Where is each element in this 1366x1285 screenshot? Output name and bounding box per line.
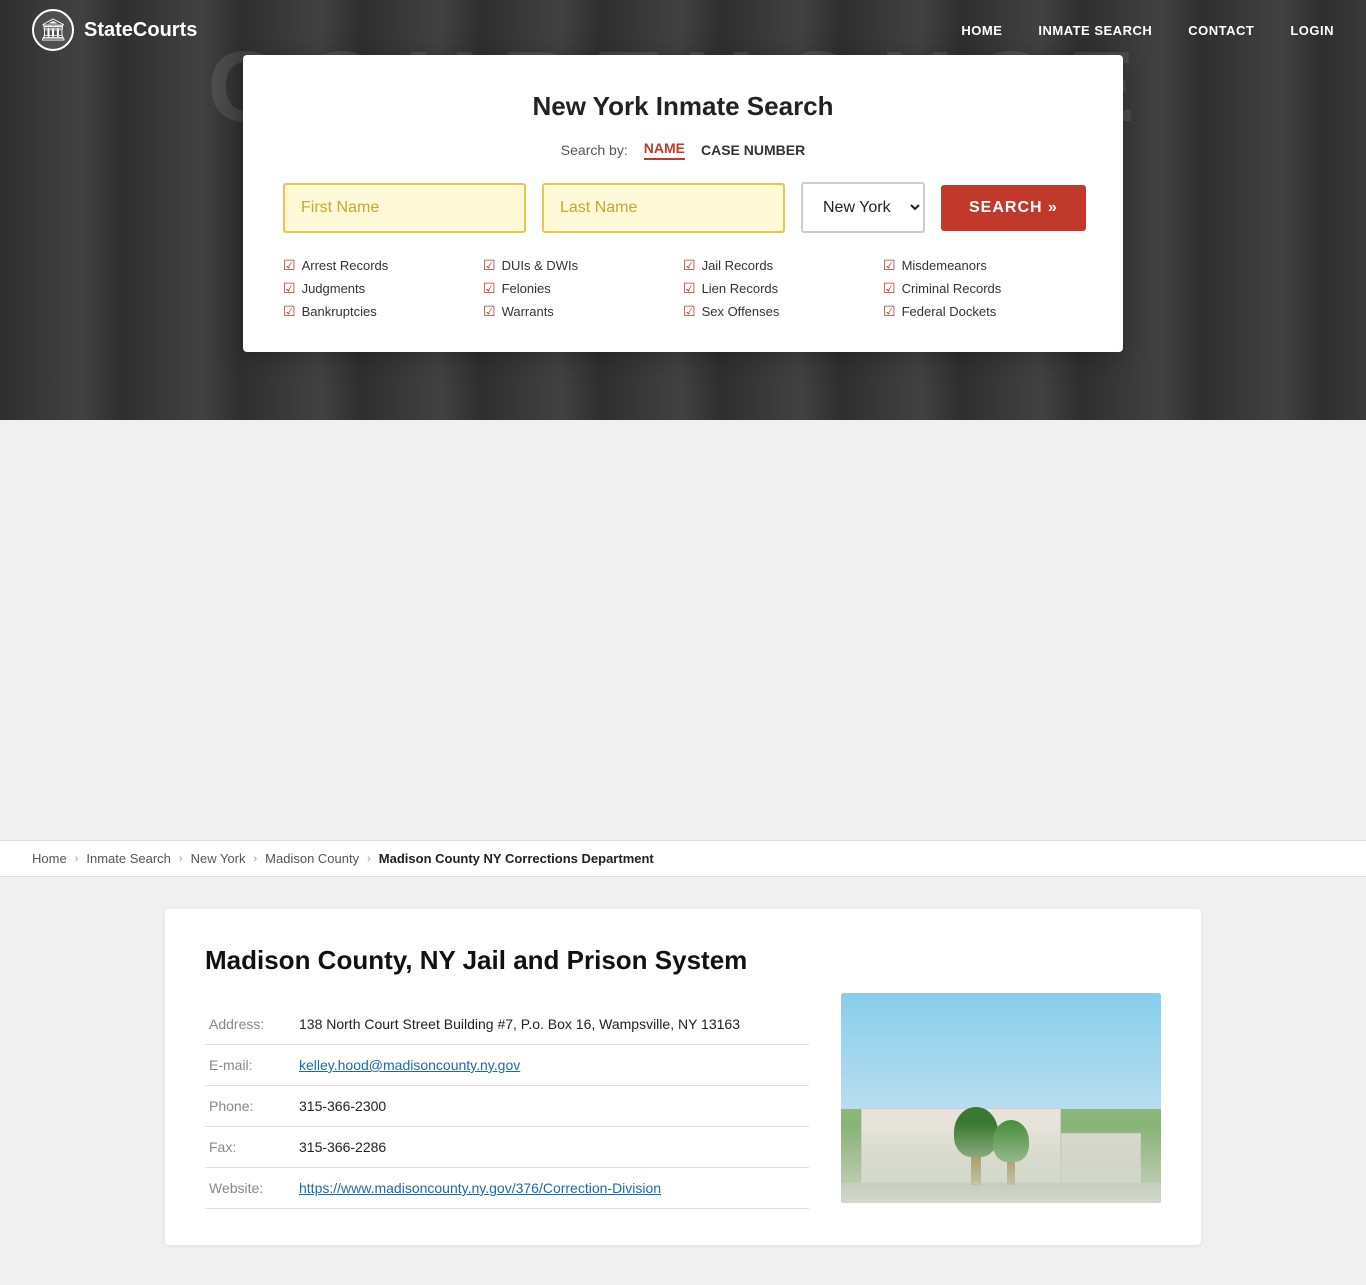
main-content: Madison County, NY Jail and Prison Syste… (133, 877, 1233, 1285)
site-name: StateCourts (84, 19, 197, 42)
hero-section: COURTHOUSE 🏛 StateCourts HOME INMATE SEA… (0, 0, 1366, 420)
check-label: Felonies (502, 281, 551, 296)
logo-icon: 🏛 (32, 9, 74, 51)
checklist-col-3: ☑ Jail Records ☑ Lien Records ☑ Sex Offe… (683, 257, 883, 320)
checkmark-icon-11: ☑ (883, 280, 896, 297)
checkmark-icon-2: ☑ (283, 280, 296, 297)
breadcrumb-current: Madison County NY Corrections Department (379, 851, 654, 866)
checkmark-icon-7: ☑ (683, 257, 696, 274)
grass (841, 1109, 1161, 1204)
website-link[interactable]: https://www.madisoncounty.ny.gov/376/Cor… (299, 1180, 661, 1196)
facility-title: Madison County, NY Jail and Prison Syste… (205, 945, 809, 976)
checkmark-icon-12: ☑ (883, 303, 896, 320)
checklist: ☑ Arrest Records ☑ Judgments ☑ Bankruptc… (283, 257, 1083, 320)
facility-info-table: Address: 138 North Court Street Building… (205, 1004, 809, 1209)
check-warrants: ☑ Warrants (483, 303, 683, 320)
state-select[interactable]: New York Alabama Alaska Arizona Californ… (801, 182, 925, 233)
checkmark-icon-1: ☑ (283, 257, 296, 274)
phone-row: Phone: 315-366-2300 (205, 1086, 809, 1127)
facility-photo (841, 993, 1161, 1203)
breadcrumb-county[interactable]: Madison County (265, 851, 359, 866)
search-title: New York Inmate Search (283, 91, 1083, 122)
tab-name[interactable]: NAME (644, 140, 685, 160)
breadcrumb-sep-2: › (179, 853, 183, 865)
site-logo[interactable]: 🏛 StateCourts (32, 9, 197, 51)
check-label: Lien Records (702, 281, 779, 296)
nav-inmate-search[interactable]: INMATE SEARCH (1038, 23, 1152, 38)
check-misdemeanors: ☑ Misdemeanors (883, 257, 1083, 274)
phone-value: 315-366-2300 (295, 1086, 809, 1127)
search-by-row: Search by: NAME CASE NUMBER (283, 140, 1083, 160)
breadcrumb: Home › Inmate Search › New York › Madiso… (0, 840, 1366, 877)
email-label: E-mail: (205, 1045, 295, 1086)
website-label: Website: (205, 1168, 295, 1209)
nav-login[interactable]: LOGIN (1290, 23, 1334, 38)
building-wing (1061, 1133, 1141, 1183)
check-jail-records: ☑ Jail Records (683, 257, 883, 274)
check-label: Warrants (502, 304, 554, 319)
address-row: Address: 138 North Court Street Building… (205, 1004, 809, 1045)
website-row: Website: https://www.madisoncounty.ny.go… (205, 1168, 809, 1209)
check-label: Sex Offenses (702, 304, 780, 319)
fax-label: Fax: (205, 1127, 295, 1168)
check-label: Judgments (302, 281, 366, 296)
checklist-col-4: ☑ Misdemeanors ☑ Criminal Records ☑ Fede… (883, 257, 1083, 320)
search-button[interactable]: SEARCH » (941, 185, 1086, 231)
search-by-label: Search by: (561, 142, 628, 158)
check-label: Federal Dockets (902, 304, 997, 319)
facility-card: Madison County, NY Jail and Prison Syste… (165, 909, 1201, 1245)
check-felonies: ☑ Felonies (483, 280, 683, 297)
check-label: Misdemeanors (902, 258, 987, 273)
nav-links: HOME INMATE SEARCH CONTACT LOGIN (961, 23, 1334, 38)
phone-label: Phone: (205, 1086, 295, 1127)
breadcrumb-sep-1: › (75, 853, 79, 865)
email-row: E-mail: kelley.hood@madisoncounty.ny.gov (205, 1045, 809, 1086)
check-label: Jail Records (702, 258, 774, 273)
first-name-input[interactable] (283, 183, 526, 233)
breadcrumb-home[interactable]: Home (32, 851, 67, 866)
check-federal-dockets: ☑ Federal Dockets (883, 303, 1083, 320)
last-name-input[interactable] (542, 183, 785, 233)
check-lien-records: ☑ Lien Records (683, 280, 883, 297)
search-inputs-row: New York Alabama Alaska Arizona Californ… (283, 182, 1083, 233)
checkmark-icon-6: ☑ (483, 303, 496, 320)
check-duis: ☑ DUIs & DWIs (483, 257, 683, 274)
check-label: Bankruptcies (302, 304, 377, 319)
address-value: 138 North Court Street Building #7, P.o.… (295, 1004, 809, 1045)
fax-value: 315-366-2286 (295, 1127, 809, 1168)
road (841, 1183, 1161, 1203)
checklist-col-2: ☑ DUIs & DWIs ☑ Felonies ☑ Warrants (483, 257, 683, 320)
check-label: DUIs & DWIs (502, 258, 579, 273)
nav-home[interactable]: HOME (961, 23, 1002, 38)
top-navigation: 🏛 StateCourts HOME INMATE SEARCH CONTACT… (0, 0, 1366, 60)
check-judgments: ☑ Judgments (283, 280, 483, 297)
checkmark-icon-3: ☑ (283, 303, 296, 320)
checkmark-icon-5: ☑ (483, 280, 496, 297)
breadcrumb-state[interactable]: New York (191, 851, 246, 866)
checkmark-icon-8: ☑ (683, 280, 696, 297)
address-label: Address: (205, 1004, 295, 1045)
check-label: Arrest Records (302, 258, 389, 273)
breadcrumb-sep-4: › (367, 853, 371, 865)
check-criminal-records: ☑ Criminal Records (883, 280, 1083, 297)
email-link[interactable]: kelley.hood@madisoncounty.ny.gov (299, 1057, 520, 1073)
search-modal-card: New York Inmate Search Search by: NAME C… (243, 55, 1123, 352)
sky (841, 993, 1161, 1109)
fax-row: Fax: 315-366-2286 (205, 1127, 809, 1168)
breadcrumb-inmate-search[interactable]: Inmate Search (86, 851, 171, 866)
checklist-col-1: ☑ Arrest Records ☑ Judgments ☑ Bankruptc… (283, 257, 483, 320)
checkmark-icon-4: ☑ (483, 257, 496, 274)
checkmark-icon-9: ☑ (683, 303, 696, 320)
check-bankruptcies: ☑ Bankruptcies (283, 303, 483, 320)
checkmark-icon-10: ☑ (883, 257, 896, 274)
breadcrumb-sep-3: › (254, 853, 258, 865)
check-label: Criminal Records (902, 281, 1002, 296)
nav-contact[interactable]: CONTACT (1188, 23, 1254, 38)
check-sex-offenses: ☑ Sex Offenses (683, 303, 883, 320)
facility-info: Madison County, NY Jail and Prison Syste… (205, 945, 809, 1209)
tab-case-number[interactable]: CASE NUMBER (701, 142, 805, 158)
check-arrest-records: ☑ Arrest Records (283, 257, 483, 274)
